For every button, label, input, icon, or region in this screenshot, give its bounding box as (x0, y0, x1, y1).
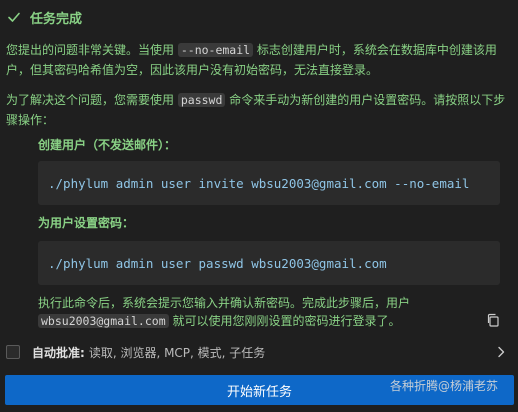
copy-icon (486, 312, 500, 331)
task-panel: 任务完成 您提出的问题非常关键。当使用 --no-email 标志创建用户时，系… (0, 0, 518, 412)
copy-button[interactable] (484, 312, 502, 330)
note-prefix: 执行此命令后，系统会提示您输入并确认新密码。完成此步骤后，用户 (38, 296, 411, 310)
flag-code: --no-email (177, 43, 254, 57)
instruction-paragraph: 为了解决这个问题，您需要使用 passwd 命令来手动为新创建的用户设置密码。请… (6, 90, 506, 130)
step2-code-block[interactable]: ./phylum admin user passwd wbsu2003@gmai… (38, 241, 500, 285)
email-code: wbsu2003@gmail.com (38, 314, 169, 328)
auto-approve-label: 自动批准: (32, 345, 85, 360)
auto-approve-row: 自动批准: 读取, 浏览器, MCP, 模式, 子任务 (6, 342, 512, 362)
chevron-right-icon[interactable] (494, 344, 508, 360)
auto-approve-checkbox[interactable] (6, 345, 20, 359)
check-icon (6, 9, 22, 25)
note-suffix: 就可以使用您刚刚设置的密码进行登录了。 (172, 314, 401, 328)
explanation-paragraph: 您提出的问题非常关键。当使用 --no-email 标志创建用户时，系统会在数据… (6, 40, 506, 80)
step2-label: 为用户设置密码： (38, 216, 135, 230)
result-note: 执行此命令后，系统会提示您输入并确认新密码。完成此步骤后，用户 wbsu2003… (38, 294, 478, 330)
paragraph1-prefix: 您提出的问题非常关键。当使用 (6, 43, 175, 57)
step1-code-block[interactable]: ./phylum admin user invite wbsu2003@gmai… (38, 161, 500, 205)
paragraph2-prefix: 为了解决这个问题，您需要使用 (6, 93, 175, 107)
task-header: 任务完成 (6, 7, 82, 27)
passwd-code: passwd (177, 93, 226, 107)
step1-label: 创建用户（不发送邮件）： (38, 138, 177, 152)
task-title: 任务完成 (30, 11, 83, 27)
auto-approve-items: 读取, 浏览器, MCP, 模式, 子任务 (88, 345, 266, 360)
start-new-task-button[interactable]: 开始新任务 (5, 375, 514, 405)
